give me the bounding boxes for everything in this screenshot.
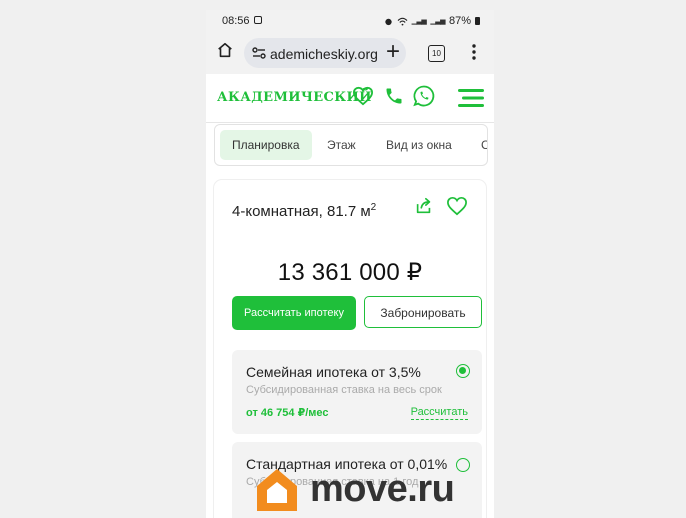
battery-icon bbox=[475, 17, 480, 25]
offer-calculate-link[interactable]: Рассчитать bbox=[410, 406, 468, 420]
alarm-icon bbox=[385, 18, 392, 25]
hamburger-menu-icon[interactable] bbox=[458, 88, 484, 108]
apartment-title: 4-комнатная, 81.7 м2 bbox=[232, 202, 376, 220]
more-menu-icon[interactable] bbox=[472, 44, 476, 60]
battery-percent: 87% bbox=[448, 15, 471, 27]
share-icon[interactable] bbox=[414, 196, 434, 216]
view-tabs: Планировка Этаж Вид из окна С bbox=[214, 124, 488, 166]
browser-toolbar: ademicheskiy.org + 10 bbox=[206, 32, 494, 74]
home-icon[interactable] bbox=[216, 41, 234, 59]
tab-more[interactable]: С bbox=[481, 130, 487, 160]
offer-monthly-payment: от 46 754 ₽/мес bbox=[246, 407, 329, 419]
whatsapp-icon[interactable] bbox=[412, 84, 436, 108]
tab-window-view[interactable]: Вид из окна bbox=[386, 130, 452, 160]
site-header: АКАДЕМИЧЕСКИЙ bbox=[206, 74, 494, 123]
site-settings-icon[interactable] bbox=[252, 46, 266, 60]
offer-radio-selected[interactable] bbox=[456, 364, 470, 378]
favorites-heart-icon[interactable] bbox=[352, 86, 374, 106]
mortgage-offer-family[interactable]: Семейная ипотека от 3,5% Субсидированная… bbox=[232, 350, 482, 434]
tab-switcher-icon[interactable]: 10 bbox=[428, 45, 445, 62]
area-unit-superscript: 2 bbox=[370, 202, 377, 213]
status-bar: 08:56 ▁▃▅ ▁▃▅ 87% bbox=[206, 10, 494, 32]
move-house-logo-icon bbox=[257, 469, 297, 511]
offer-title: Семейная ипотека от 3,5% bbox=[246, 364, 421, 380]
watermark-text: move.ru bbox=[310, 468, 455, 510]
status-time: 08:56 bbox=[222, 15, 250, 27]
book-button[interactable]: Забронировать bbox=[364, 296, 482, 328]
address-bar[interactable]: ademicheskiy.org bbox=[244, 38, 406, 68]
status-right: ▁▃▅ ▁▃▅ 87% bbox=[384, 15, 480, 27]
calculate-mortgage-button[interactable]: Рассчитать ипотеку bbox=[232, 296, 356, 330]
url-text: ademicheskiy.org bbox=[270, 46, 378, 62]
site-logo[interactable]: АКАДЕМИЧЕСКИЙ bbox=[217, 90, 372, 105]
apartment-title-text: 4-комнатная, 81.7 м bbox=[232, 203, 371, 220]
offer-subtitle: Субсидированная ставка на весь срок bbox=[246, 384, 442, 396]
new-tab-plus-icon[interactable]: + bbox=[386, 38, 400, 66]
phone-screen: 08:56 ▁▃▅ ▁▃▅ 87% ademicheskiy.org + 10 bbox=[206, 10, 494, 518]
wifi-icon bbox=[397, 17, 408, 26]
favorite-heart-icon[interactable] bbox=[446, 196, 468, 216]
tab-layout[interactable]: Планировка bbox=[220, 130, 312, 160]
apartment-price: 13 361 000 ₽ bbox=[277, 259, 423, 286]
phone-icon[interactable] bbox=[384, 86, 404, 106]
signal-1-icon: ▁▃▅ bbox=[411, 18, 427, 25]
move-ru-watermark: move.ru bbox=[254, 464, 494, 514]
gallery-notification-icon bbox=[254, 16, 262, 24]
tab-floor[interactable]: Этаж bbox=[327, 130, 356, 160]
signal-2-icon: ▁▃▅ bbox=[430, 18, 445, 25]
